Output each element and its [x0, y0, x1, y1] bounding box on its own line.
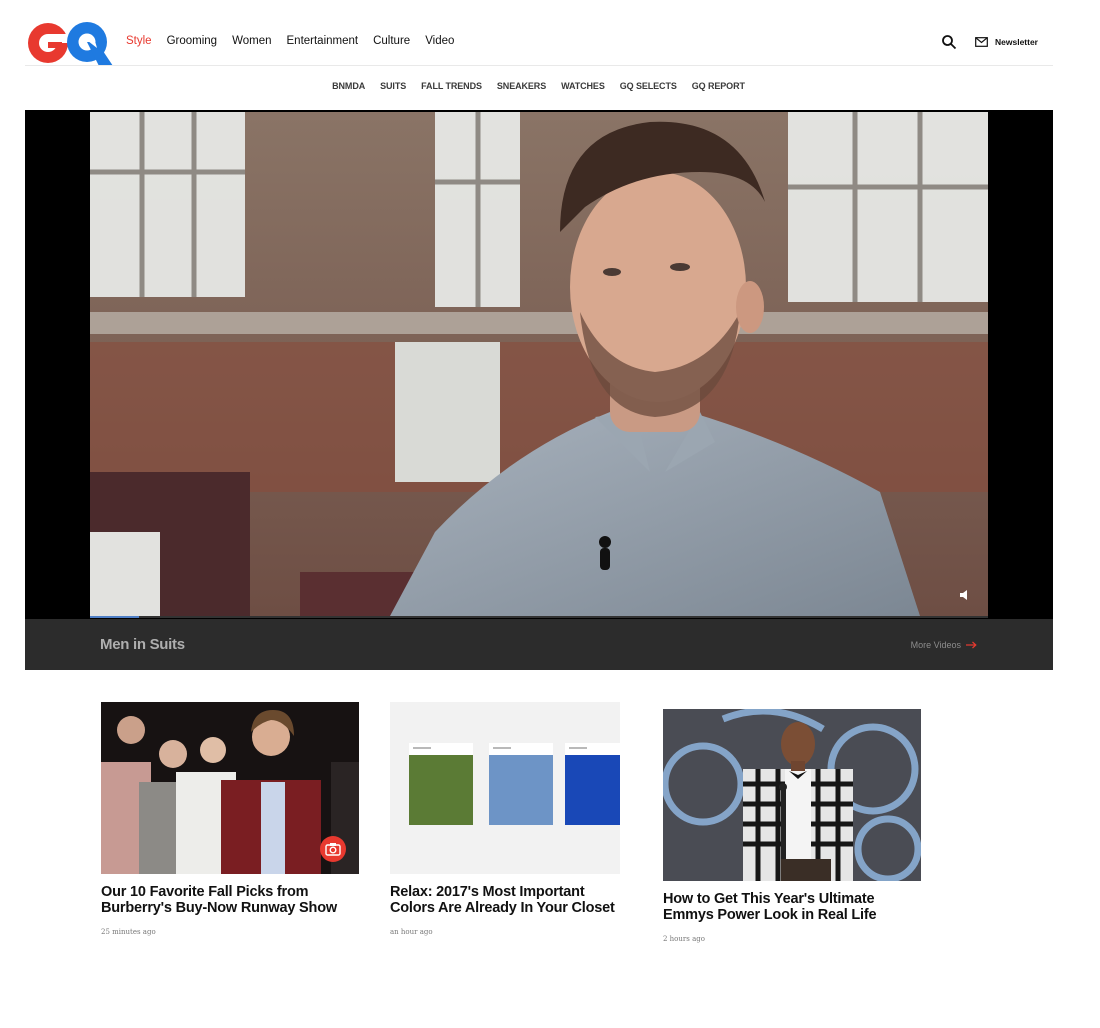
article-title[interactable]: Relax: 2017's Most Important Colors Are …: [390, 884, 620, 916]
article-title[interactable]: How to Get This Year's Ultimate Emmys Po…: [663, 891, 921, 923]
article-image-color-swatches[interactable]: [390, 702, 620, 874]
article-title[interactable]: Our 10 Favorite Fall Picks from Burberry…: [101, 884, 359, 916]
subnav-item-suits[interactable]: SUITS: [380, 81, 406, 91]
video-title: Men in Suits: [100, 636, 185, 653]
more-videos-link[interactable]: More Videos: [911, 640, 977, 650]
subnav-item-bnmda[interactable]: BNMDA: [332, 81, 365, 91]
article-card[interactable]: How to Get This Year's Ultimate Emmys Po…: [663, 709, 921, 943]
nav-item-culture[interactable]: Culture: [373, 35, 410, 47]
video-info-bar: Men in Suits More Videos: [25, 619, 1053, 670]
subnav-item-watches[interactable]: WATCHES: [561, 81, 605, 91]
video-progress-fill: [90, 616, 140, 618]
video-player[interactable]: Men in Suits More Videos: [25, 110, 1053, 670]
video-frame[interactable]: [90, 112, 988, 616]
nav-item-style[interactable]: Style: [126, 35, 152, 47]
search-icon[interactable]: [941, 34, 957, 50]
subnav-item-fall-trends[interactable]: FALL TRENDS: [421, 81, 482, 91]
subnav-item-gq-report[interactable]: GQ REPORT: [692, 81, 745, 91]
secondary-nav: BNMDA SUITS FALL TRENDS SNEAKERS WATCHES…: [0, 81, 1077, 91]
nav-item-women[interactable]: Women: [232, 35, 271, 47]
nav-item-video[interactable]: Video: [425, 35, 454, 47]
article-timestamp: 25 minutes ago: [101, 928, 156, 936]
article-card[interactable]: Relax: 2017's Most Important Colors Are …: [390, 702, 620, 936]
newsletter-link[interactable]: Newsletter: [975, 37, 1038, 47]
article-timestamp: an hour ago: [390, 928, 433, 936]
subnav-item-gq-selects[interactable]: GQ SELECTS: [620, 81, 677, 91]
header-divider: [25, 65, 1053, 66]
volume-icon[interactable]: [960, 590, 970, 600]
article-timestamp: 2 hours ago: [663, 935, 705, 943]
more-videos-label: More Videos: [910, 640, 961, 650]
video-progress[interactable]: [90, 616, 988, 618]
arrow-right-icon: [966, 641, 977, 649]
header-actions: Newsletter: [941, 34, 1038, 50]
mail-icon: [975, 37, 988, 47]
subnav-item-sneakers[interactable]: SNEAKERS: [497, 81, 546, 91]
primary-nav: Style Grooming Women Entertainment Cultu…: [126, 35, 454, 47]
article-card[interactable]: Our 10 Favorite Fall Picks from Burberry…: [101, 702, 359, 936]
gq-logo[interactable]: GQ: [25, 20, 113, 66]
newsletter-label: Newsletter: [995, 37, 1038, 47]
nav-item-grooming[interactable]: Grooming: [167, 35, 218, 47]
camera-icon[interactable]: [320, 836, 346, 862]
nav-item-entertainment[interactable]: Entertainment: [287, 35, 359, 47]
article-image-emmys[interactable]: [663, 709, 921, 881]
